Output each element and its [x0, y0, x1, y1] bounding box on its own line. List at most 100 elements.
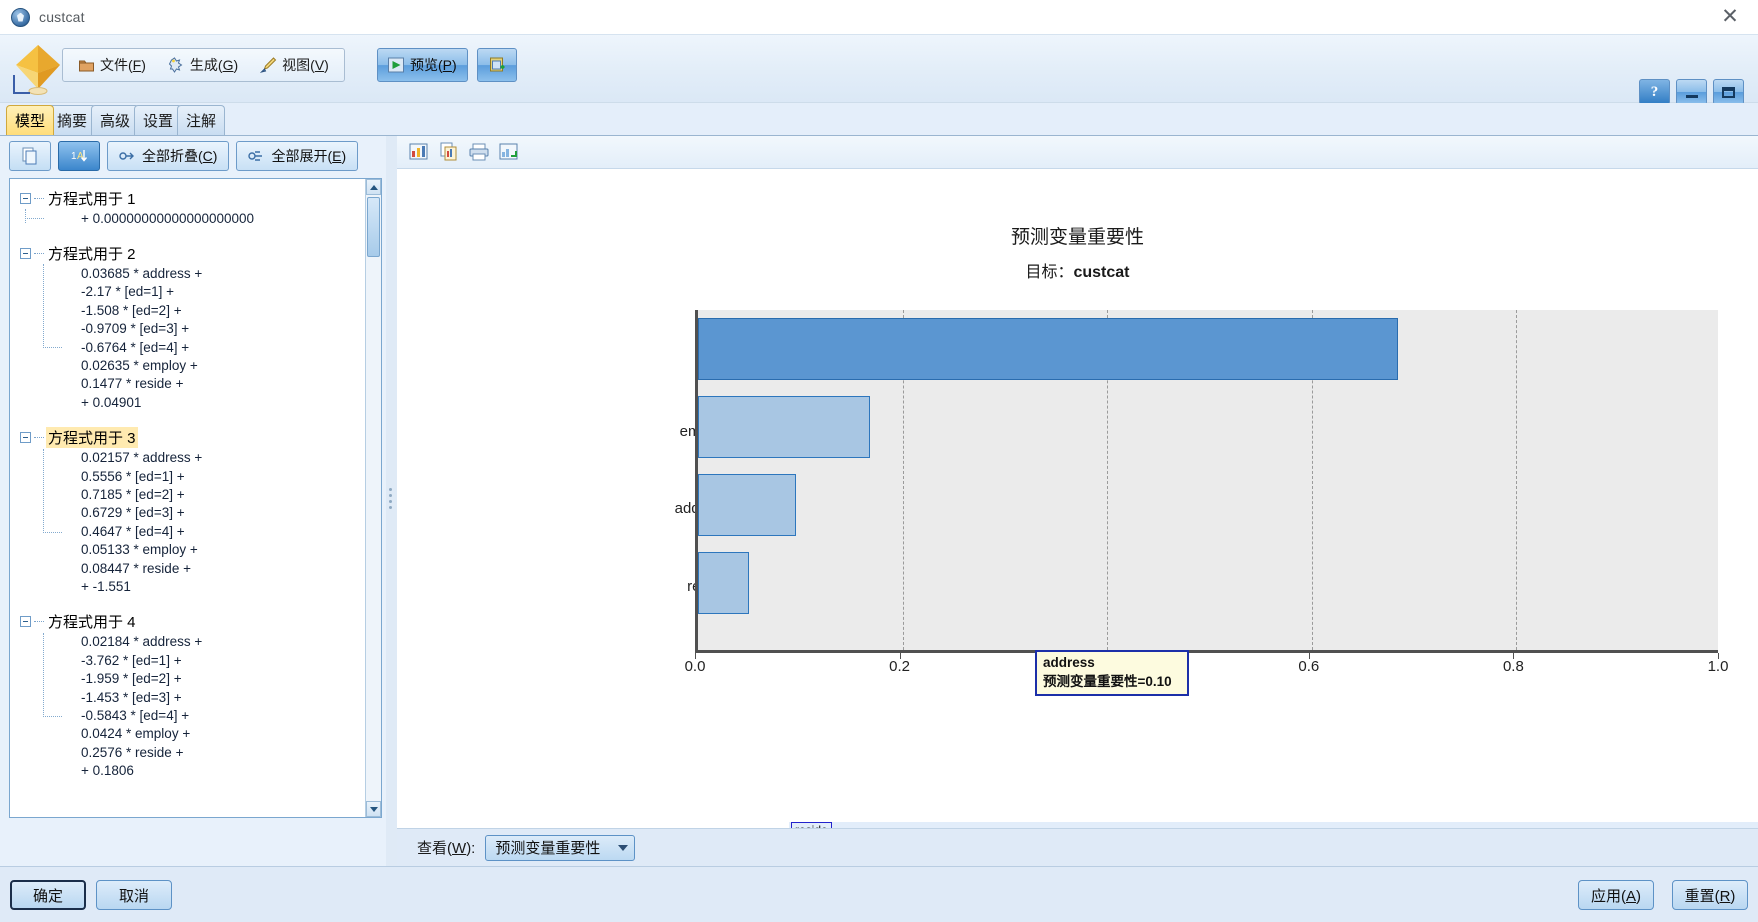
equation-line: 0.4647 * [ed=4] +	[20, 522, 254, 540]
tab-summary[interactable]: 摘要	[48, 105, 97, 135]
equation-line-text: 0.7185 * [ed=2] +	[81, 486, 185, 502]
menu-item-generate[interactable]: 生成(G)	[157, 49, 249, 81]
equation-line: 0.02635 * employ +	[20, 356, 254, 374]
copy-icon	[22, 147, 37, 165]
equation-group: 方程式用于 2 0.03685 * address + -2.17 * [ed=…	[20, 242, 254, 411]
equation-line-text: -0.5843 * [ed=4] +	[81, 707, 190, 723]
dialog-button-bar: 确定 取消 应用(A) 重置(R)	[0, 866, 1758, 922]
equation-line-text: -2.17 * [ed=1] +	[81, 284, 175, 300]
equation-line: + 0.00000000000000000000	[20, 209, 254, 227]
tab-model-label: 模型	[15, 113, 46, 130]
scrollbar-thumb[interactable]	[367, 197, 380, 257]
bar-employ[interactable]	[698, 396, 870, 458]
equation-line-text: -3.762 * [ed=1] +	[81, 652, 182, 668]
preview-button[interactable]: 预览(P)	[377, 48, 468, 82]
collapse-toggle-icon[interactable]	[20, 432, 31, 444]
ok-button[interactable]: 确定	[10, 880, 86, 910]
xtick-label-1: 0.2	[889, 658, 911, 675]
tab-strip: 模型 摘要 高级 设置 注解	[0, 103, 1758, 136]
tab-annotation[interactable]: 注解	[177, 105, 226, 135]
scroll-down-button[interactable]	[366, 801, 381, 817]
minimize-icon	[1685, 94, 1698, 98]
model-equations-panel: 1 A 全部折叠(C) 全部展开(E) 方程式用于 1 + 0.00000000…	[0, 136, 391, 866]
tree-node-header[interactable]: 方程式用于 4	[20, 611, 254, 633]
tab-advanced[interactable]: 高级	[91, 105, 140, 135]
cancel-button[interactable]: 取消	[96, 880, 172, 910]
xtick-label-4: 0.8	[1502, 658, 1524, 675]
folder-icon	[79, 60, 94, 72]
menu-item-view[interactable]: 视图(V)	[249, 49, 340, 81]
generate-node-button[interactable]	[477, 48, 517, 82]
svg-text:A: A	[77, 151, 84, 162]
edit-chart-icon	[409, 143, 428, 160]
equation-line-text: 0.02157 * address +	[81, 450, 203, 466]
menu-toolbar: 文件(F) 生成(G) 视图(V) 预览(P) ?	[0, 35, 1758, 105]
bar-ed[interactable]	[698, 318, 1398, 380]
equation-line: 0.7185 * [ed=2] +	[20, 485, 254, 503]
expand-all-button[interactable]: 全部展开(E)	[236, 141, 359, 171]
view-select-dropdown[interactable]: 预测变量重要性	[485, 834, 636, 861]
tab-settings[interactable]: 设置	[134, 105, 183, 135]
equation-line: + -1.551	[20, 577, 254, 595]
maximize-button[interactable]	[1713, 79, 1744, 105]
export-chart-button[interactable]	[497, 140, 521, 164]
equation-line-text: 0.08447 * reside +	[81, 560, 191, 576]
equations-tree[interactable]: 方程式用于 1 + 0.00000000000000000000 方程式用于 2	[9, 178, 382, 818]
reset-button[interactable]: 重置(R)	[1672, 880, 1748, 910]
equation-line-text: 0.05133 * employ +	[81, 542, 198, 558]
apply-label-accel: A	[1626, 887, 1637, 905]
tab-annotation-label: 注解	[186, 113, 217, 130]
collapse-toggle-icon[interactable]	[20, 247, 31, 259]
magic-wand-icon	[168, 57, 183, 73]
copy-chart-button[interactable]	[437, 140, 461, 164]
edit-chart-button[interactable]	[407, 140, 431, 164]
menu-item-generate-label: 生成	[189, 57, 218, 73]
bar-reside[interactable]	[698, 552, 749, 614]
scroll-up-button[interactable]	[366, 179, 381, 195]
equation-line-text: -1.959 * [ed=2] +	[81, 671, 182, 687]
sort-button[interactable]: 1 A	[58, 141, 100, 171]
bar-address[interactable]	[698, 474, 796, 536]
menu-item-file[interactable]: 文件(F)	[67, 49, 157, 81]
equation-group: 方程式用于 1 + 0.00000000000000000000	[20, 187, 254, 227]
apply-button[interactable]: 应用(A)	[1578, 880, 1654, 910]
equation-line: 0.05133 * employ +	[20, 540, 254, 558]
help-button[interactable]: ?	[1639, 79, 1670, 105]
window-title: custcat	[39, 9, 85, 25]
minimize-button[interactable]	[1676, 79, 1707, 105]
view-select-value: 预测变量重要性	[495, 840, 601, 857]
collapse-toggle-icon[interactable]	[20, 616, 31, 628]
spss-modeler-icon	[11, 7, 30, 27]
menu-item-view-accel: V	[314, 57, 325, 73]
splitter-grip	[389, 488, 393, 514]
close-icon[interactable]: ✕	[1718, 6, 1742, 28]
equation-line: -0.5843 * [ed=4] +	[20, 706, 254, 724]
panel-splitter[interactable]	[386, 136, 397, 866]
print-chart-button[interactable]	[467, 140, 491, 164]
equation-line-text: 0.4647 * [ed=4] +	[81, 523, 185, 539]
tree-node-header[interactable]: 方程式用于 2	[20, 242, 254, 264]
tree-scrollbar[interactable]	[365, 179, 381, 817]
copy-button[interactable]	[9, 141, 51, 171]
collapse-toggle-icon[interactable]	[20, 192, 31, 204]
tree-connector	[34, 621, 44, 623]
chevron-down-icon	[618, 844, 629, 851]
collapse-all-button[interactable]: 全部折叠(C)	[107, 141, 230, 171]
tree-connector	[34, 197, 44, 199]
equation-line-text: -1.453 * [ed=3] +	[81, 689, 182, 705]
tree-node-header[interactable]: 方程式用于 1	[20, 187, 254, 209]
expand-all-label: 全部展开	[271, 148, 328, 164]
collapse-all-accel: C	[202, 148, 213, 164]
equation-line: 0.2576 * reside +	[20, 743, 254, 761]
cancel-button-label: 取消	[118, 887, 149, 905]
chart-tooltip: address 预测变量重要性=0.10	[1035, 650, 1189, 696]
equation-line: 0.0424 * employ +	[20, 725, 254, 743]
equation-line: -1.453 * [ed=3] +	[20, 688, 254, 706]
equation-line: -3.762 * [ed=1] +	[20, 651, 254, 669]
maximize-icon	[1722, 86, 1735, 98]
tab-model[interactable]: 模型	[6, 105, 55, 135]
tree-node-header[interactable]: 方程式用于 3	[20, 427, 254, 449]
collapse-icon	[119, 151, 134, 160]
